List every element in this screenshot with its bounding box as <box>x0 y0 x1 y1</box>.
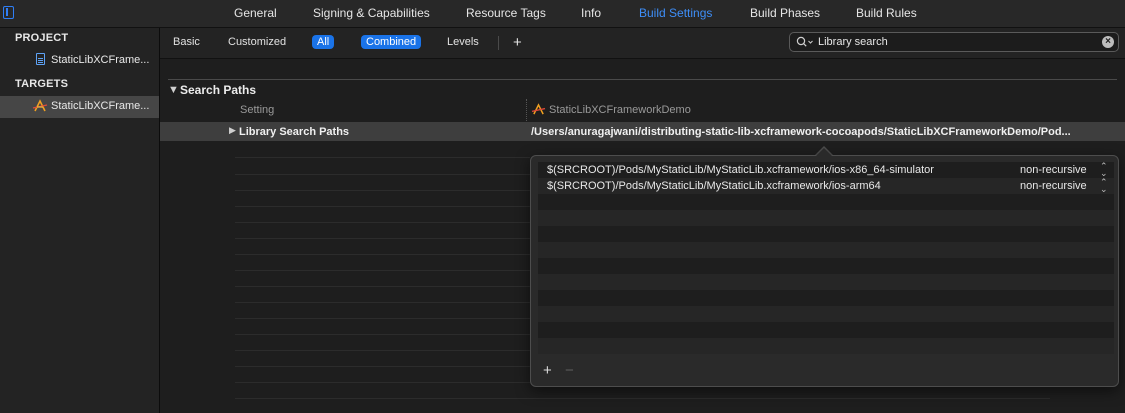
collapse-section-icon[interactable]: ▼ <box>168 84 179 96</box>
recursive-mode-select[interactable]: non-recursive <box>1020 164 1087 176</box>
expand-row-icon[interactable]: ▶ <box>229 125 236 136</box>
tab-build-settings[interactable]: Build Settings <box>639 6 712 20</box>
editor-tab-bar: General Signing & Capabilities Resource … <box>0 0 1125 28</box>
view-levels-button[interactable]: Levels <box>442 35 484 49</box>
project-file-icon <box>36 53 45 65</box>
filter-divider <box>498 36 499 50</box>
empty-list-row <box>538 306 1114 322</box>
empty-list-row <box>538 226 1114 242</box>
sidebar-toggle-icon[interactable] <box>3 6 14 19</box>
row-separator <box>235 382 530 383</box>
add-path-button[interactable]: + <box>543 362 552 379</box>
empty-list-row <box>538 194 1114 210</box>
sidebar-item-project[interactable]: StaticLibXCFrame... <box>0 50 159 72</box>
app-target-icon <box>32 99 48 112</box>
tab-signing-capabilities[interactable]: Signing & Capabilities <box>313 6 430 20</box>
remove-path-button[interactable]: − <box>565 362 574 379</box>
row-separator <box>235 238 530 239</box>
search-paths-list: $(SRCROOT)/Pods/MyStaticLib/MyStaticLib.… <box>538 162 1114 354</box>
empty-list-row <box>538 258 1114 274</box>
row-separator <box>235 222 530 223</box>
section-title: Search Paths <box>180 83 257 97</box>
targets-header: TARGETS <box>15 78 69 90</box>
sidebar-item-target[interactable]: StaticLibXCFrame... <box>0 96 159 118</box>
empty-list-row <box>538 210 1114 226</box>
empty-list-row <box>538 242 1114 258</box>
empty-list-row <box>538 322 1114 338</box>
tab-resource-tags[interactable]: Resource Tags <box>466 6 546 20</box>
search-icon <box>796 36 813 47</box>
column-header-setting: Setting <box>240 104 275 116</box>
row-separator <box>235 398 1050 399</box>
column-divider[interactable] <box>526 99 528 123</box>
recursive-mode-select[interactable]: non-recursive <box>1020 180 1087 192</box>
search-field[interactable]: × <box>789 32 1119 52</box>
column-header-target: StaticLibXCFrameworkDemo <box>549 104 691 116</box>
search-input[interactable] <box>818 35 1088 49</box>
search-path-value[interactable]: $(SRCROOT)/Pods/MyStaticLib/MyStaticLib.… <box>547 164 934 176</box>
clear-search-icon[interactable]: × <box>1102 36 1114 48</box>
sidebar-item-label: StaticLibXCFrame... <box>51 54 150 66</box>
empty-list-row <box>538 290 1114 306</box>
section-divider <box>168 79 1117 80</box>
row-separator <box>235 350 530 351</box>
setting-name: Library Search Paths <box>239 126 350 138</box>
view-combined-button[interactable]: Combined <box>361 35 422 49</box>
row-separator <box>235 270 530 271</box>
row-separator <box>235 157 530 158</box>
row-separator <box>235 254 530 255</box>
filter-customized-button[interactable]: Customized <box>223 35 291 49</box>
add-setting-button[interactable]: + <box>508 33 527 52</box>
row-separator <box>235 334 530 335</box>
empty-list-row <box>538 338 1114 354</box>
project-header: PROJECT <box>15 32 69 44</box>
sidebar-item-label: StaticLibXCFrame... <box>51 100 150 112</box>
row-separator <box>235 302 530 303</box>
setting-value[interactable]: /Users/anuragajwani/distributing-static-… <box>531 126 1119 138</box>
tab-general[interactable]: General <box>234 6 277 20</box>
row-separator <box>235 206 530 207</box>
popup-stepper-icon[interactable]: ⌃ ⌄ <box>1100 178 1108 194</box>
tab-build-phases[interactable]: Build Phases <box>750 6 820 20</box>
row-separator <box>235 174 530 175</box>
list-item[interactable]: $(SRCROOT)/Pods/MyStaticLib/MyStaticLib.… <box>538 178 1114 194</box>
list-item[interactable]: $(SRCROOT)/Pods/MyStaticLib/MyStaticLib.… <box>538 162 1114 178</box>
filter-basic-button[interactable]: Basic <box>168 35 205 49</box>
popup-stepper-icon[interactable]: ⌃ ⌄ <box>1100 162 1108 178</box>
row-separator <box>235 318 530 319</box>
filter-all-button[interactable]: All <box>312 35 335 49</box>
search-path-value[interactable]: $(SRCROOT)/Pods/MyStaticLib/MyStaticLib.… <box>547 180 881 192</box>
row-separator <box>235 366 530 367</box>
empty-list-row <box>538 274 1114 290</box>
tab-info[interactable]: Info <box>581 6 601 20</box>
app-target-icon <box>531 103 546 115</box>
tab-build-rules[interactable]: Build Rules <box>856 6 917 20</box>
project-sidebar: PROJECT StaticLibXCFrame... TARGETS Stat… <box>0 28 160 413</box>
row-separator <box>235 286 530 287</box>
row-separator <box>235 190 530 191</box>
popover-arrow-fill <box>816 148 832 156</box>
